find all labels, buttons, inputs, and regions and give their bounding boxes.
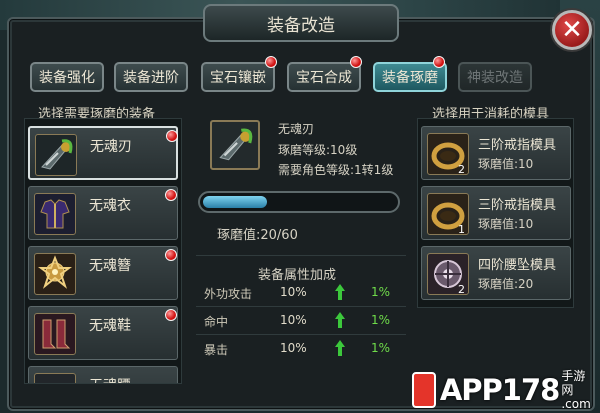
tab-equip-enhance[interactable]: 装备强化 xyxy=(30,62,104,92)
attribute-row: 命中 10% 1% xyxy=(194,308,406,334)
divider xyxy=(196,334,406,335)
mold-name: 三阶戒指模具 xyxy=(478,138,557,153)
armor-icon xyxy=(34,193,76,235)
attribute-bonus: 1% xyxy=(371,341,391,355)
divider xyxy=(196,306,406,307)
item-name: 无魂簪 xyxy=(89,258,131,274)
hairpin-icon xyxy=(34,253,76,295)
list-item-mold[interactable]: 2 四阶腰坠模具 琢磨值:20 xyxy=(421,246,571,300)
attribute-bonus: 1% xyxy=(371,285,391,299)
window-title: 装备改造 xyxy=(203,4,399,42)
list-item-hairpin[interactable]: 无魂簪 xyxy=(28,246,178,300)
attribute-base: 10% xyxy=(280,313,307,327)
watermark-side-top: 手游网 xyxy=(561,368,586,397)
attribute-base: 10% xyxy=(280,285,307,299)
item-name: 无魂鞋 xyxy=(89,318,131,334)
watermark-logo: APP178 手游网 .com xyxy=(412,368,597,411)
attribute-bonus: 1% xyxy=(371,313,391,327)
watermark-side-bottom: .com xyxy=(561,396,591,411)
tab-label: 宝石合成 xyxy=(296,70,352,86)
divider xyxy=(196,255,406,256)
mold-value: 琢磨值:10 xyxy=(478,217,534,231)
attribute-row: 外功攻击 10% 1% xyxy=(194,280,406,306)
arrow-up-icon xyxy=(334,283,346,304)
arrow-up-icon xyxy=(334,339,346,360)
attribute-name: 暴击 xyxy=(204,343,229,357)
tab-divine-equip[interactable]: 神装改造 xyxy=(458,62,532,92)
boots-icon xyxy=(34,313,76,355)
tab-gem-inlay[interactable]: 宝石镶嵌 xyxy=(201,62,275,92)
mold-list[interactable]: 2 三阶戒指模具 琢磨值:10 1 三阶戒指模具 琢磨值:10 2 四阶腰坠模具… xyxy=(417,118,574,308)
mold-value: 琢磨值:10 xyxy=(478,157,534,171)
required-level: 需要角色等级:1转1级 xyxy=(278,163,394,177)
polish-level: 琢磨等级:10级 xyxy=(278,143,358,157)
selected-item-name: 无魂刃 xyxy=(278,122,315,136)
notification-dot xyxy=(165,309,177,321)
list-item-boots[interactable]: 无魂鞋 xyxy=(28,306,178,360)
selected-equipment-icon xyxy=(210,120,260,170)
blade-icon xyxy=(219,128,253,161)
attribute-name: 命中 xyxy=(204,315,229,329)
arrow-up-icon xyxy=(334,311,346,332)
belt-icon xyxy=(34,373,76,383)
progress-fill xyxy=(203,196,267,208)
item-name: 无魂衣 xyxy=(89,198,131,214)
close-button[interactable]: ✕ xyxy=(552,10,592,50)
mold-name: 三阶戒指模具 xyxy=(478,198,557,213)
item-name: 无魂腰 xyxy=(89,375,131,383)
list-item-mold[interactable]: 1 三阶戒指模具 琢磨值:10 xyxy=(421,186,571,240)
notification-dot xyxy=(265,56,277,68)
list-item-mold[interactable]: 2 三阶戒指模具 琢磨值:10 xyxy=(421,126,571,180)
attribute-name: 外功攻击 xyxy=(204,287,253,301)
list-item-blade[interactable]: 无魂刃 xyxy=(28,126,178,180)
progress-text: 琢磨值:20/60 xyxy=(217,228,298,243)
mold-name: 四阶腰坠模具 xyxy=(478,258,557,273)
tab-equip-advance[interactable]: 装备进阶 xyxy=(114,62,188,92)
watermark-main: APP178 xyxy=(439,372,560,407)
notification-dot xyxy=(165,189,177,201)
tab-label: 装备进阶 xyxy=(123,70,179,86)
mold-value: 琢磨值:20 xyxy=(478,277,534,291)
equipment-list[interactable]: 无魂刃 无魂衣 无魂簪 无魂鞋 无魂腰 xyxy=(24,118,182,384)
tab-gem-synthesis[interactable]: 宝石合成 xyxy=(287,62,361,92)
list-item-belt[interactable]: 无魂腰 xyxy=(28,366,178,383)
tab-label: 装备琢磨 xyxy=(382,70,438,86)
tab-label: 神装改造 xyxy=(467,70,523,86)
attribute-base: 10% xyxy=(280,341,307,355)
tab-label: 装备强化 xyxy=(39,70,95,86)
tab-label: 宝石镶嵌 xyxy=(210,70,266,86)
item-name: 无魂刃 xyxy=(90,139,132,155)
blade-icon xyxy=(35,134,77,176)
close-icon: ✕ xyxy=(561,15,583,45)
attribute-row: 暴击 10% 1% xyxy=(194,336,406,362)
notification-dot xyxy=(433,56,445,68)
polish-progress-bar xyxy=(198,191,400,213)
list-item-armor[interactable]: 无魂衣 xyxy=(28,186,178,240)
notification-dot xyxy=(165,249,177,261)
notification-dot xyxy=(350,56,362,68)
notification-dot xyxy=(166,130,178,142)
phone-icon xyxy=(412,371,436,408)
